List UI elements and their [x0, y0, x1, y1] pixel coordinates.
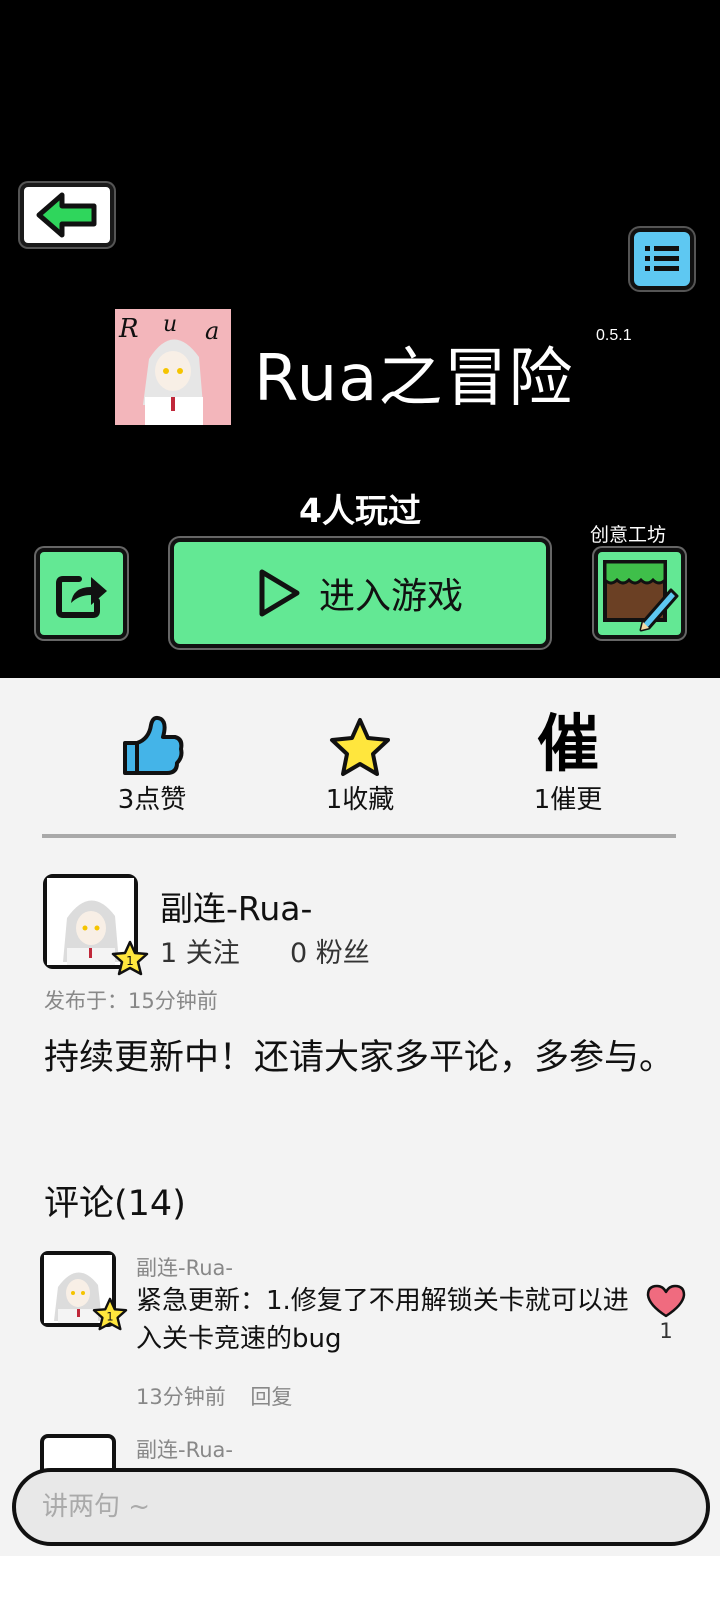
- comment-meta: 13分钟前 回复: [136, 1381, 310, 1411]
- edit-icon: [602, 559, 678, 631]
- svg-text:a: a: [205, 317, 219, 345]
- share-button[interactable]: [36, 548, 127, 639]
- author-avatar[interactable]: 1: [43, 874, 149, 976]
- workshop-button[interactable]: [594, 548, 685, 639]
- heart-icon: [646, 1284, 686, 1318]
- favorite-stat[interactable]: 1收藏: [290, 705, 430, 816]
- menu-button[interactable]: [630, 228, 694, 290]
- author-level: 1: [126, 954, 134, 968]
- author-name[interactable]: 副连-Rua-: [160, 882, 312, 930]
- favorite-count: 1收藏: [325, 785, 395, 815]
- comment-time: 13分钟前: [136, 1385, 226, 1409]
- comment-author[interactable]: 副连-Rua-: [136, 1434, 233, 1464]
- follow-count: 1 关注: [160, 938, 240, 969]
- share-icon: [55, 575, 107, 618]
- comment-author[interactable]: 副连-Rua-: [136, 1252, 233, 1282]
- like-stat[interactable]: 3点赞: [82, 705, 222, 816]
- reply-button[interactable]: 回复: [250, 1385, 292, 1409]
- list-icon: [645, 246, 679, 271]
- comment-text: 紧急更新：1.修复了不用解锁关卡就可以进入关卡竞速的bug: [136, 1286, 629, 1354]
- comment-avatar[interactable]: 1: [40, 1251, 128, 1331]
- like-count: 3点赞: [117, 785, 187, 815]
- stats-row: 3点赞 1收藏 催 1催更: [0, 705, 720, 816]
- play-icon: [259, 569, 300, 617]
- comment-input-bar[interactable]: [12, 1468, 710, 1546]
- workshop-label: 创意工坊: [590, 524, 667, 546]
- level-star-icon: 1: [111, 940, 149, 976]
- fans-count: 0 粉丝: [290, 938, 370, 969]
- posted-time: 发布于：15分钟前: [44, 989, 218, 1013]
- thumbs-up-icon: [123, 715, 184, 775]
- game-icon: R u a: [115, 309, 231, 425]
- comment-level: 1: [106, 1310, 113, 1324]
- star-icon: [330, 718, 390, 776]
- play-button-label: 进入游戏: [318, 576, 463, 617]
- play-button[interactable]: 进入游戏: [170, 538, 550, 648]
- bottom-area: [0, 1556, 720, 1600]
- level-star-icon: 1: [92, 1297, 128, 1331]
- urge-icon: 催: [536, 707, 599, 780]
- comments-title: 评论(14): [44, 1184, 186, 1224]
- game-title: Rua之冒险: [254, 342, 574, 416]
- divider: [42, 834, 676, 838]
- comment-like-count: 1: [659, 1319, 673, 1343]
- comment-like[interactable]: 1: [644, 1283, 688, 1343]
- urge-stat[interactable]: 催 1催更: [498, 705, 638, 816]
- arrow-left-icon: [36, 192, 97, 238]
- urge-count: 1催更: [533, 785, 603, 815]
- svg-text:u: u: [163, 312, 177, 337]
- back-button[interactable]: [20, 183, 114, 247]
- game-description: 持续更新中！还请大家多平论，多参与。: [44, 1038, 675, 1078]
- comment-input[interactable]: [16, 1472, 706, 1542]
- game-icon-lettering: R: [118, 314, 139, 344]
- game-version: 0.5.1: [596, 327, 632, 344]
